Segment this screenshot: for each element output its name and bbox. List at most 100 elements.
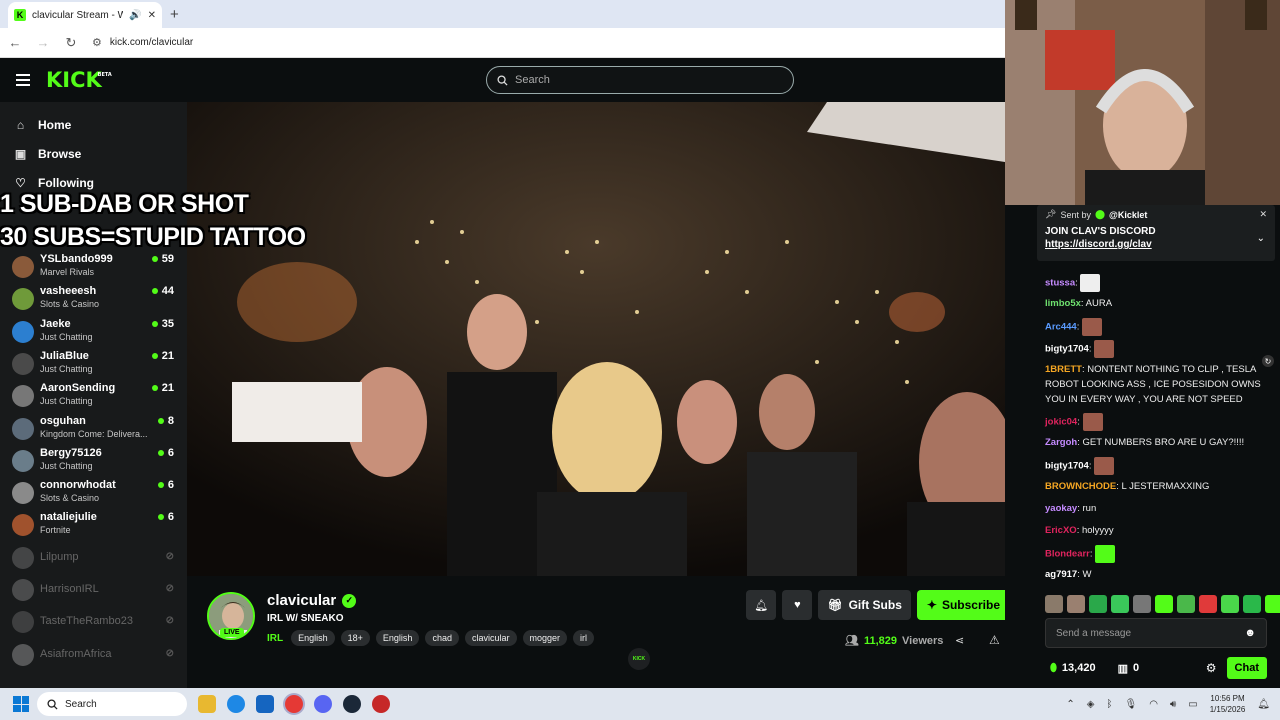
chat-username[interactable]: 1BRETT xyxy=(1045,364,1082,375)
battery-icon[interactable]: ▭ xyxy=(1188,699,1197,710)
video-player[interactable] xyxy=(187,102,1005,576)
menu-icon[interactable] xyxy=(16,74,30,86)
bluetooth-icon[interactable]: ᛒ xyxy=(1107,699,1113,710)
new-tab-button[interactable]: + xyxy=(170,6,179,23)
tag[interactable]: irl xyxy=(573,630,595,646)
emote-icon[interactable] xyxy=(1045,595,1063,613)
store-app-icon[interactable] xyxy=(256,695,274,713)
sidebar-channel[interactable]: osguhan Kingdom Come: Delivera... 8 xyxy=(12,414,182,446)
subscribe-button[interactable]: ✦ Subscribe xyxy=(916,590,1010,620)
chat-message[interactable]: bigty1704: xyxy=(1045,340,1267,358)
chat-username[interactable]: jokic04 xyxy=(1045,417,1077,428)
scroll-to-bottom-icon[interactable]: ↻ xyxy=(1262,355,1274,367)
browser-tab[interactable]: K clavicular Stream - Watch L 🔊 ✕ xyxy=(8,2,162,28)
chat-username[interactable]: EricXO xyxy=(1045,525,1077,536)
sidebar-channel[interactable]: AaronSending Just Chatting 21 xyxy=(12,381,182,413)
volume-icon[interactable]: 🔊︎ xyxy=(1170,699,1176,710)
sidebar-channel[interactable]: Jaeke Just Chatting 35 xyxy=(12,317,182,349)
gift-subs-button[interactable]: 🎁︎ Gift Subs xyxy=(818,590,911,620)
file-explorer-icon[interactable] xyxy=(198,695,216,713)
chat-username[interactable]: ag7917 xyxy=(1045,569,1077,580)
chat-username[interactable]: BROWNCHODE xyxy=(1045,481,1116,492)
follow-button[interactable]: ♥ xyxy=(782,590,813,620)
search-input[interactable] xyxy=(515,74,765,86)
emote-icon[interactable] xyxy=(1155,595,1173,613)
chat-username[interactable]: stussa xyxy=(1045,278,1075,289)
chrome-icon[interactable] xyxy=(285,695,303,713)
unpin-icon[interactable]: ✕ xyxy=(1259,209,1267,220)
chevron-down-icon[interactable]: ⌄ xyxy=(1257,233,1265,244)
search-bar[interactable] xyxy=(486,66,794,94)
gear-icon[interactable]: ⚙ xyxy=(1206,661,1217,675)
tag[interactable]: English xyxy=(291,630,335,646)
category-link[interactable]: IRL xyxy=(267,633,283,644)
chat-username[interactable]: bigty1704 xyxy=(1045,461,1089,472)
sidebar-channel[interactable]: vasheeesh Slots & Casino 44 xyxy=(12,284,182,316)
chat-message[interactable]: stussa: xyxy=(1045,274,1267,292)
tag[interactable]: clavicular xyxy=(464,630,517,646)
notification-button[interactable]: 🔔︎ xyxy=(746,590,777,620)
chat-username[interactable]: Blondearr xyxy=(1045,549,1090,560)
chat-input-box[interactable]: ☻ xyxy=(1045,618,1267,648)
warning-icon[interactable]: ⚠ xyxy=(989,633,1000,647)
reload-icon[interactable]: ↻ xyxy=(64,35,78,51)
app-icon[interactable] xyxy=(372,695,390,713)
steam-icon[interactable] xyxy=(343,695,361,713)
kick-logo[interactable]: KICK BETA xyxy=(46,68,112,92)
store-button[interactable]: ▥ 0 xyxy=(1118,662,1140,675)
sidebar-channel[interactable]: AsiafromAfrica ⊘ xyxy=(12,640,182,672)
clock[interactable]: 10:56 PM 1/15/2026 xyxy=(1210,693,1246,715)
emoji-icon[interactable]: ☻ xyxy=(1244,627,1256,639)
sidebar-channel[interactable]: Lilpump ⊘ xyxy=(12,543,182,575)
emote-icon[interactable] xyxy=(1067,595,1085,613)
taskbar-search[interactable]: Search xyxy=(37,692,187,716)
chat-send-button[interactable]: Chat xyxy=(1226,657,1267,679)
back-icon[interactable]: ← xyxy=(8,35,22,50)
tag[interactable]: English xyxy=(375,630,420,646)
channel-name[interactable]: clavicular ✓ xyxy=(267,592,357,609)
chat-username[interactable]: yaokay xyxy=(1045,503,1077,514)
emote-icon[interactable] xyxy=(1243,595,1261,613)
emote-icon[interactable] xyxy=(1089,595,1107,613)
chat-message[interactable]: 1BRETT: NONTENT NOTHING TO CLIP , TESLA … xyxy=(1045,362,1267,407)
chat-message[interactable]: Arc444: xyxy=(1045,318,1267,336)
sidebar-channel[interactable]: connorwhodat Slots & Casino 6 xyxy=(12,478,182,510)
chat-message[interactable]: jokic04: xyxy=(1045,413,1267,431)
sidebar-channel[interactable]: YSLbando999 Marvel Rivals 59 xyxy=(12,252,182,284)
emote-icon[interactable] xyxy=(1133,595,1151,613)
edge-icon[interactable] xyxy=(227,695,245,713)
chat-username[interactable]: Arc444 xyxy=(1045,322,1077,333)
chevron-up-icon[interactable]: ⌃ xyxy=(1066,699,1074,710)
emote-icon[interactable] xyxy=(1265,595,1280,613)
forward-icon[interactable]: → xyxy=(36,35,50,50)
sidebar-item-browse[interactable]: ▣ Browse xyxy=(0,139,187,168)
emote-icon[interactable] xyxy=(1221,595,1239,613)
chat-message[interactable]: EricXO: holyyyy xyxy=(1045,523,1267,538)
sidebar-channel[interactable]: Bergy75126 Just Chatting 6 xyxy=(12,446,182,478)
url-field[interactable]: ⚙ kick.com/clavicular xyxy=(92,36,193,49)
tag[interactable]: 18+ xyxy=(340,630,370,646)
tag[interactable]: mogger xyxy=(522,630,568,646)
sidebar-channel[interactable]: JuliaBlue Just Chatting 21 xyxy=(12,349,182,381)
sidebar-channel[interactable]: TasteTheRambo23 ⊘ xyxy=(12,607,182,639)
sidebar-channel[interactable]: nataliejulie Fortnite 6 xyxy=(12,510,182,542)
chat-input[interactable] xyxy=(1056,627,1226,639)
kicks-balance[interactable]: ⬮ 13,420 xyxy=(1050,662,1096,675)
speaker-icon[interactable]: 🔊 xyxy=(129,10,141,21)
chat-username[interactable]: Zargoh xyxy=(1045,437,1077,448)
notification-icon[interactable]: 🔔︎ xyxy=(1257,699,1270,710)
microphone-icon[interactable]: 🎙︎ xyxy=(1125,699,1138,710)
pinned-link[interactable]: https://discord.gg/clav xyxy=(1045,239,1267,250)
emote-icon[interactable] xyxy=(1111,595,1129,613)
windows-start-icon[interactable] xyxy=(13,696,29,712)
close-tab-icon[interactable]: ✕ xyxy=(148,10,156,21)
wifi-icon[interactable]: ◠ xyxy=(1149,699,1158,710)
sidebar-channel[interactable]: HarrisonIRL ⊘ xyxy=(12,575,182,607)
chat-message[interactable]: yaokay: run xyxy=(1045,501,1267,516)
tag[interactable]: chad xyxy=(425,630,459,646)
pinned-message[interactable]: 📌︎ Sent by ⬤ @Kicklet ✕ JOIN CLAV'S DISC… xyxy=(1037,205,1275,261)
network-icon[interactable]: ◈ xyxy=(1087,699,1095,710)
chat-message[interactable]: Zargoh: GET NUMBERS BRO ARE U GAY?!!!! xyxy=(1045,435,1267,450)
emote-icon[interactable] xyxy=(1199,595,1217,613)
chat-message[interactable]: bigty1704: xyxy=(1045,457,1267,475)
